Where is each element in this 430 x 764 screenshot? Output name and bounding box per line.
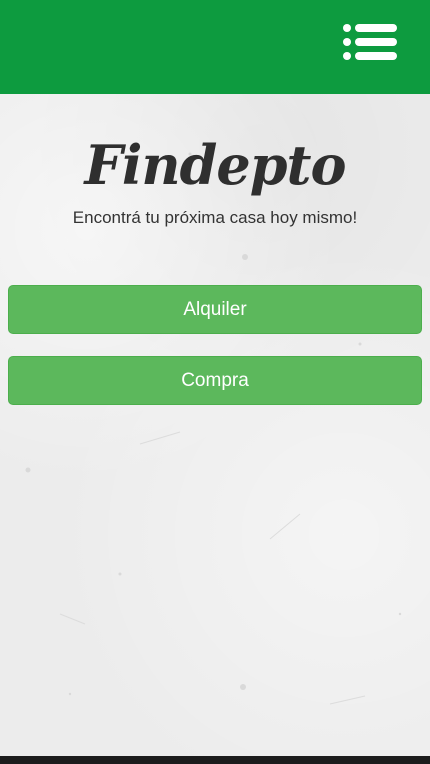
hamburger-list-icon	[343, 24, 397, 60]
brand-logo: Findepto	[84, 133, 347, 197]
buy-button[interactable]: Compra	[8, 356, 422, 405]
bottom-edge	[0, 756, 430, 764]
top-navbar	[0, 0, 430, 94]
page-background: Findepto Encontrá tu próxima casa hoy mi…	[0, 0, 430, 764]
menu-button[interactable]	[342, 22, 400, 68]
tagline: Encontrá tu próxima casa hoy mismo!	[72, 208, 358, 227]
rent-button[interactable]: Alquiler	[8, 285, 422, 334]
